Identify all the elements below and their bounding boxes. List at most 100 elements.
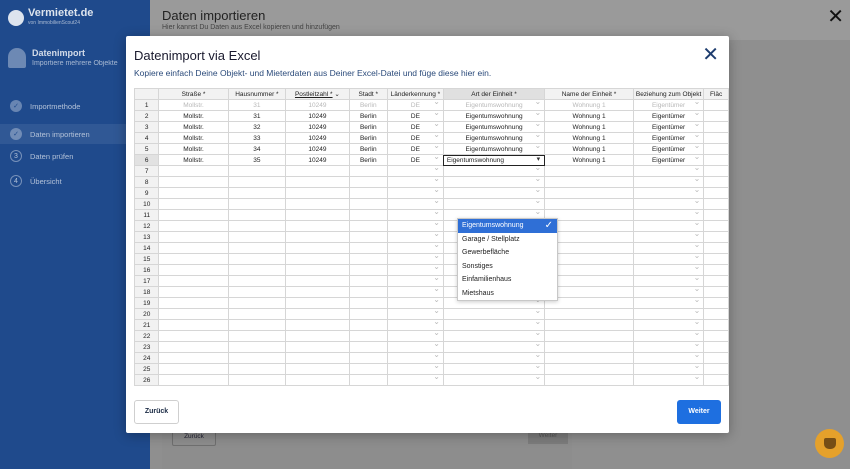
- grid-cell[interactable]: Berlin: [348, 143, 388, 155]
- grid-cell[interactable]: [386, 341, 444, 353]
- grid-cell[interactable]: Wohnung 1: [544, 99, 634, 111]
- grid-cell[interactable]: [632, 363, 705, 375]
- grid-cell[interactable]: Eigentümer: [632, 154, 705, 166]
- grid-cell[interactable]: [348, 352, 388, 364]
- grid-cell[interactable]: [227, 286, 287, 298]
- grid-cell[interactable]: [386, 352, 444, 364]
- grid-cell[interactable]: Mollstr.: [158, 121, 229, 133]
- row-number[interactable]: 14: [134, 242, 160, 254]
- grid-cell[interactable]: [227, 374, 287, 386]
- grid-cell[interactable]: [285, 297, 350, 309]
- grid-cell[interactable]: [227, 308, 287, 320]
- grid-cell[interactable]: [158, 308, 229, 320]
- step-item[interactable]: ✓ Daten importieren: [0, 124, 140, 144]
- grid-cell[interactable]: [703, 363, 729, 375]
- grid-cell[interactable]: [703, 110, 729, 122]
- grid-cell[interactable]: [158, 374, 229, 386]
- grid-cell[interactable]: [285, 209, 350, 221]
- grid-cell[interactable]: [703, 319, 729, 331]
- grid-cell[interactable]: [158, 341, 229, 353]
- grid-cell[interactable]: [348, 209, 388, 221]
- grid-cell[interactable]: [227, 319, 287, 331]
- row-number[interactable]: 11: [134, 209, 160, 221]
- row-number[interactable]: 9: [134, 187, 160, 199]
- grid-cell[interactable]: [703, 330, 729, 342]
- grid-cell[interactable]: Mollstr.: [158, 99, 229, 111]
- grid-cell[interactable]: 10249: [285, 132, 350, 144]
- grid-cell[interactable]: [386, 308, 444, 320]
- row-number[interactable]: 18: [134, 286, 160, 298]
- grid-cell[interactable]: [632, 176, 705, 188]
- grid-cell[interactable]: [386, 253, 444, 265]
- grid-cell[interactable]: [544, 176, 634, 188]
- grid-cell[interactable]: [227, 165, 287, 177]
- grid-cell[interactable]: [703, 99, 729, 111]
- grid-cell[interactable]: [386, 330, 444, 342]
- grid-cell[interactable]: [348, 242, 388, 254]
- grid-cell[interactable]: [158, 264, 229, 276]
- grid-cell[interactable]: Wohnung 1: [544, 154, 634, 166]
- grid-cell[interactable]: [544, 330, 634, 342]
- grid-cell[interactable]: [158, 220, 229, 232]
- grid-cell[interactable]: [703, 198, 729, 210]
- grid-cell[interactable]: [632, 165, 705, 177]
- column-header[interactable]: Postleitzahl * ⌄: [285, 88, 350, 100]
- spreadsheet-grid[interactable]: Straße * Hausnummer * Postleitzahl * ⌄ Stad…: [134, 88, 729, 388]
- grid-cell[interactable]: Eigentümer: [632, 110, 705, 122]
- dropdown-option[interactable]: Eigentumswohnung: [458, 219, 557, 233]
- grid-cell[interactable]: [285, 308, 350, 320]
- dropdown-option[interactable]: Sonstiges: [458, 260, 557, 274]
- grid-cell[interactable]: [285, 330, 350, 342]
- grid-cell[interactable]: [703, 154, 729, 166]
- grid-cell[interactable]: [703, 341, 729, 353]
- row-number[interactable]: 1: [134, 99, 160, 111]
- grid-cell[interactable]: [227, 297, 287, 309]
- dropdown-option[interactable]: Garage / Stellplatz: [458, 233, 557, 247]
- grid-cell[interactable]: [158, 275, 229, 287]
- grid-cell[interactable]: Mollstr.: [158, 143, 229, 155]
- grid-cell[interactable]: [158, 330, 229, 342]
- grid-cell[interactable]: [442, 330, 546, 342]
- grid-cell[interactable]: Berlin: [348, 132, 388, 144]
- column-header[interactable]: Fläc: [703, 88, 729, 100]
- grid-cell[interactable]: [348, 253, 388, 265]
- logo[interactable]: Vermietet.de von ImmobilienScout24: [8, 8, 93, 28]
- row-number[interactable]: 17: [134, 275, 160, 287]
- grid-cell[interactable]: [158, 165, 229, 177]
- row-number[interactable]: 24: [134, 352, 160, 364]
- grid-cell[interactable]: [227, 176, 287, 188]
- grid-cell[interactable]: [386, 275, 444, 287]
- grid-cell[interactable]: [158, 187, 229, 199]
- grid-cell[interactable]: [632, 319, 705, 331]
- grid-cell[interactable]: [227, 275, 287, 287]
- dropdown-option[interactable]: Mietshaus: [458, 287, 557, 301]
- grid-cell[interactable]: [386, 297, 444, 309]
- grid-cell[interactable]: [285, 363, 350, 375]
- grid-cell[interactable]: [285, 242, 350, 254]
- grid-cell[interactable]: [703, 231, 729, 243]
- grid-cell[interactable]: [285, 253, 350, 265]
- grid-cell[interactable]: [285, 286, 350, 298]
- column-header[interactable]: Beziehung zum Objekt: [632, 88, 705, 100]
- grid-cell[interactable]: DE: [386, 121, 444, 133]
- grid-cell[interactable]: [442, 308, 546, 320]
- grid-cell[interactable]: [348, 330, 388, 342]
- grid-cell[interactable]: [227, 220, 287, 232]
- grid-cell[interactable]: [386, 374, 444, 386]
- grid-cell[interactable]: [285, 264, 350, 276]
- grid-cell[interactable]: [632, 253, 705, 265]
- grid-cell[interactable]: [386, 165, 444, 177]
- grid-cell[interactable]: [386, 264, 444, 276]
- grid-cell[interactable]: [158, 319, 229, 331]
- grid-cell[interactable]: Wohnung 1: [544, 132, 634, 144]
- grid-cell[interactable]: [386, 176, 444, 188]
- grid-cell[interactable]: DE: [386, 132, 444, 144]
- grid-cell[interactable]: [544, 187, 634, 199]
- grid-cell[interactable]: [285, 220, 350, 232]
- grid-cell[interactable]: [703, 253, 729, 265]
- grid-cell[interactable]: [227, 330, 287, 342]
- grid-cell[interactable]: [544, 319, 634, 331]
- grid-cell[interactable]: [348, 297, 388, 309]
- grid-cell[interactable]: [703, 242, 729, 254]
- grid-cell[interactable]: [703, 176, 729, 188]
